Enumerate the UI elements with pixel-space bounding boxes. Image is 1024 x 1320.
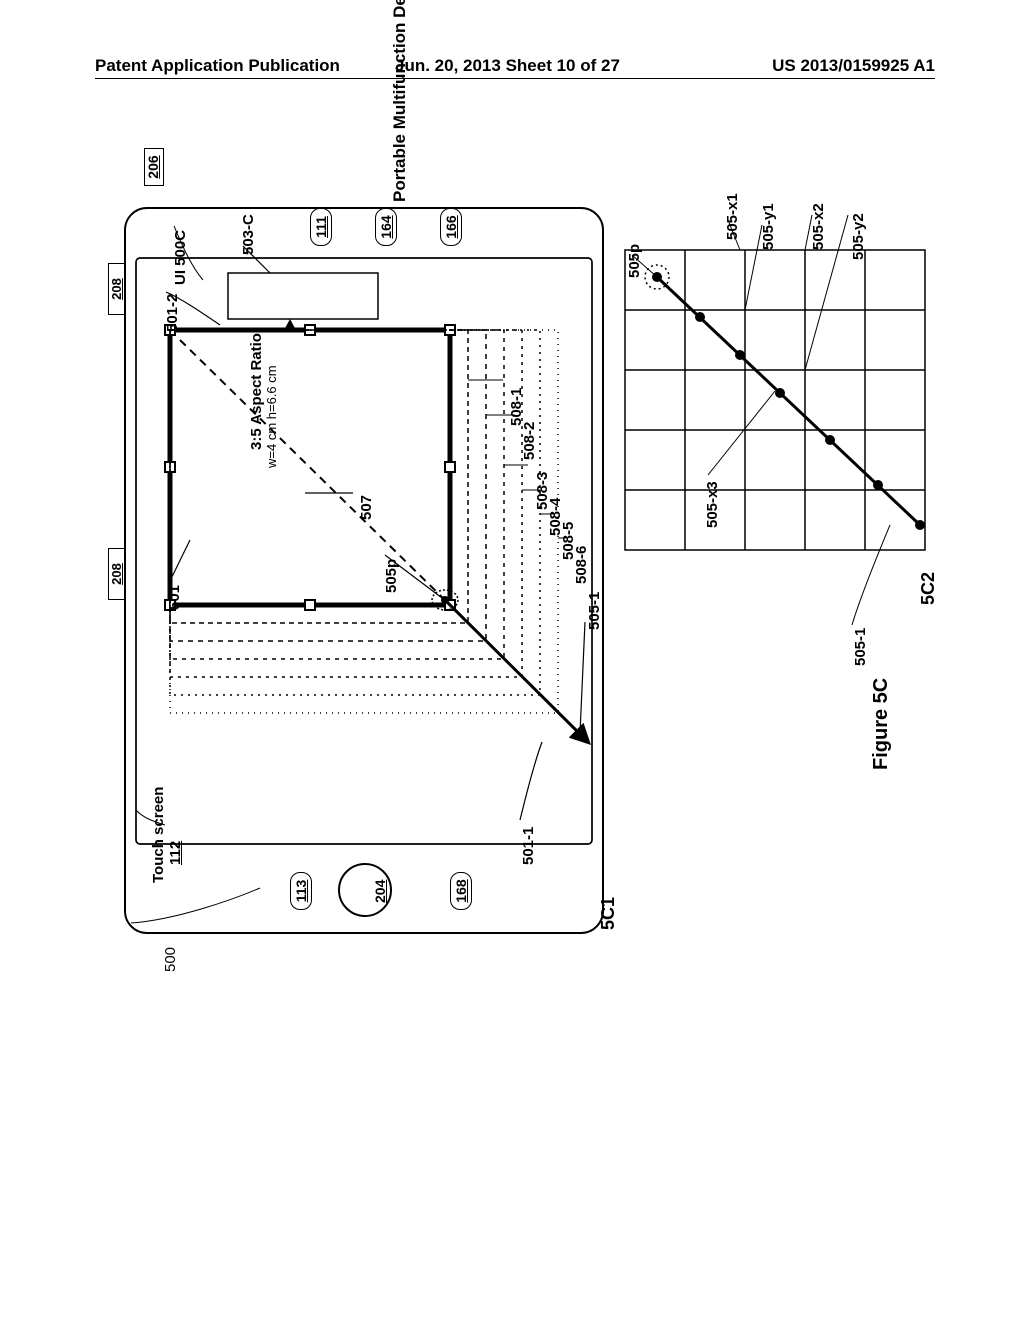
header-center: Jun. 20, 2013 Sheet 10 of 27 (395, 56, 620, 76)
accel-label: 168 (450, 872, 472, 910)
ref-501-2: 501-2 (164, 294, 181, 332)
panel-5c1-label: 5C1 (598, 897, 619, 930)
panel-5c2-label: 5C2 (918, 572, 939, 605)
ref-503c: 503-C (240, 214, 257, 255)
device-panel-svg (110, 190, 610, 1010)
figure-5c: Portable Multifunction Device 100 UI 500… (110, 190, 930, 1090)
grid-505y1: 505-y1 (760, 203, 777, 250)
ref-505p-left: 505p (383, 559, 400, 593)
device-title-label: Portable Multifunction Device 100 (390, 0, 410, 202)
ref-501: 501 (166, 585, 183, 610)
side-208-bottom: 208 (108, 548, 126, 600)
page-500-label: 500 (162, 947, 179, 972)
side-206-num: 206 (145, 155, 161, 178)
header-left: Patent Application Publication (95, 56, 340, 76)
grid-panel-svg (620, 195, 930, 665)
ref-507: 507 (358, 495, 375, 520)
ref-505-1-left: 505-1 (586, 592, 603, 630)
sensor-164-num: 164 (378, 215, 394, 238)
grid-505y2: 505-y2 (850, 213, 867, 260)
grid-505-1: 505-1 (852, 628, 869, 666)
side-206: 206 (144, 148, 164, 186)
sensor-166: 166 (440, 208, 462, 246)
speaker-label: 111 (310, 208, 332, 246)
device-title-text: Portable Multifunction Device 100 (390, 0, 409, 202)
touch-screen-num: 112 (167, 841, 184, 865)
ref-508-6: 508-6 (573, 546, 590, 584)
home-num: 204 (372, 880, 388, 903)
side-208-top-num: 208 (109, 278, 124, 300)
touch-screen-text: Touch screen (150, 787, 167, 883)
accel-num: 168 (453, 879, 469, 902)
mic-label: 113 (290, 872, 312, 910)
grid-505x3: 505-x3 (704, 481, 721, 528)
side-208-bot-num: 208 (109, 563, 124, 585)
ref-508-2: 508-2 (521, 422, 538, 460)
mic-num: 113 (293, 880, 309, 903)
aspect-title: 3:5 Aspect Ratio (248, 333, 265, 450)
aspect-sub: w=4 cm h=6.6 cm (264, 365, 279, 468)
home-label: 204 (372, 880, 388, 903)
touch-screen-label: Touch screen 112 (150, 787, 184, 883)
grid-505x2: 505-x2 (810, 203, 827, 250)
ref-501-1: 501-1 (520, 827, 537, 865)
figure-caption: Figure 5C (870, 678, 893, 770)
ui-500c-label: UI 500C (172, 230, 189, 285)
grid-505x1: 505-x1 (724, 193, 741, 240)
header-right: US 2013/0159925 A1 (772, 56, 935, 76)
grid-505p: 505p (626, 244, 643, 278)
page-header: Patent Application Publication Jun. 20, … (95, 78, 935, 103)
sensor-166-num: 166 (443, 215, 459, 238)
speaker-num: 111 (313, 216, 329, 238)
sensor-164: 164 (375, 208, 397, 246)
side-208-top: 208 (108, 263, 126, 315)
ref-508-1: 508-1 (508, 388, 525, 426)
